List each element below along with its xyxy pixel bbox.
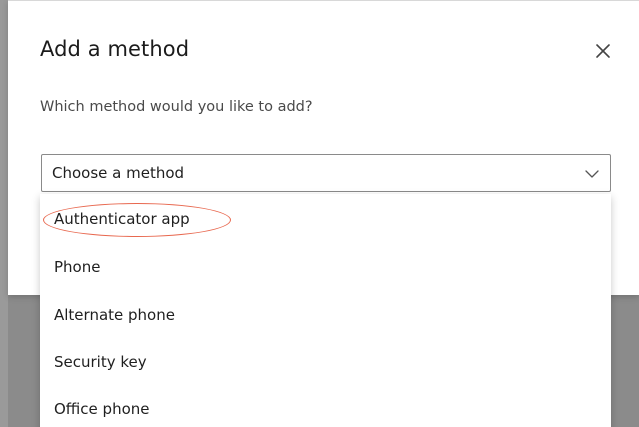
dialog-title: Add a method bbox=[40, 37, 190, 61]
close-button[interactable] bbox=[591, 39, 615, 63]
method-select[interactable]: Choose a method bbox=[41, 154, 611, 192]
option-phone[interactable]: Phone bbox=[40, 244, 611, 290]
option-alternate-phone[interactable]: Alternate phone bbox=[40, 292, 611, 338]
option-label: Security key bbox=[54, 353, 147, 371]
option-label: Authenticator app bbox=[54, 210, 190, 228]
option-authenticator-app[interactable]: Authenticator app bbox=[40, 196, 611, 242]
option-label: Alternate phone bbox=[54, 306, 175, 324]
dialog-prompt: Which method would you like to add? bbox=[40, 99, 313, 115]
option-label: Phone bbox=[54, 258, 101, 276]
option-label: Office phone bbox=[54, 400, 150, 418]
method-options-list: Authenticator app Phone Alternate phone … bbox=[40, 194, 611, 427]
backdrop-overlay bbox=[0, 0, 8, 427]
select-value: Choose a method bbox=[52, 164, 185, 182]
option-security-key[interactable]: Security key bbox=[40, 339, 611, 385]
chevron-down-icon bbox=[585, 170, 599, 178]
close-icon bbox=[596, 44, 610, 58]
option-office-phone[interactable]: Office phone bbox=[40, 386, 611, 427]
